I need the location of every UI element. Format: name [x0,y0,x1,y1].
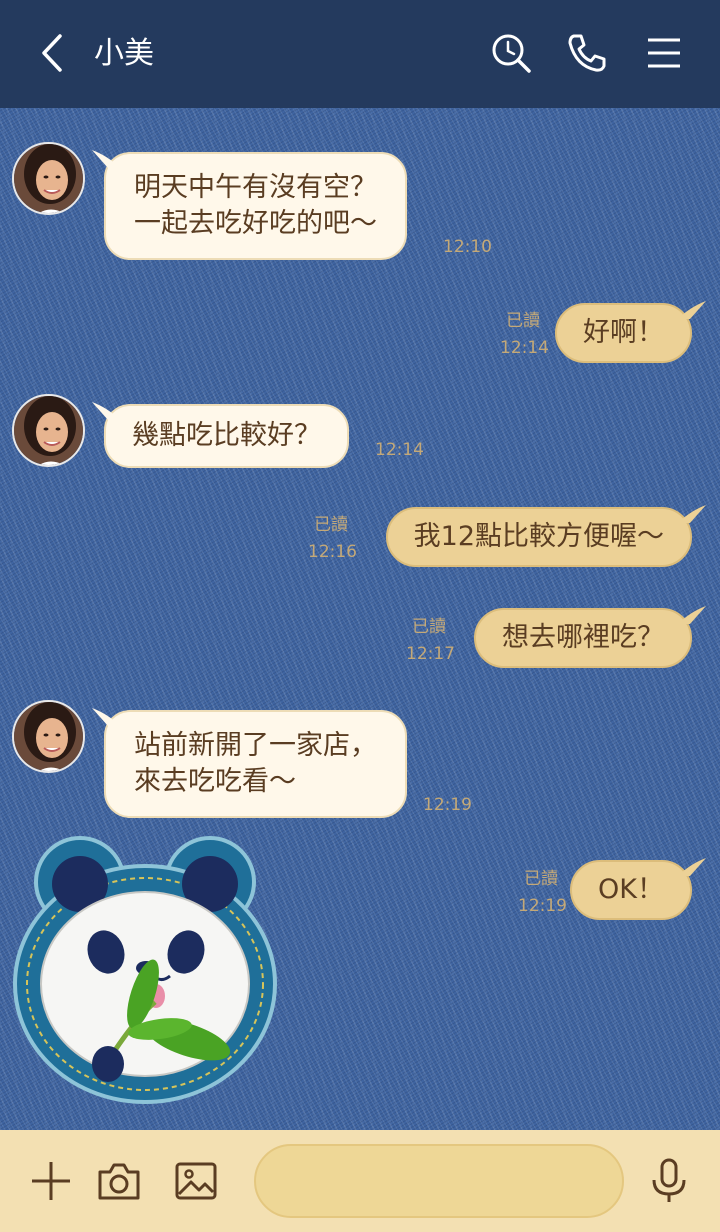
message-text: OK！ [598,874,664,905]
avatar[interactable] [12,700,85,773]
avatar[interactable] [12,394,85,467]
panda-sticker[interactable] [10,824,282,1114]
message-bubble-outgoing[interactable]: 我12點比較方便喔～ [385,505,706,567]
plus-icon[interactable] [28,1158,74,1204]
message-text: 一起去吃好吃的吧～ [134,208,377,239]
bubble-tail [678,301,706,319]
message-time: 12:17 [406,644,455,664]
image-icon[interactable] [173,1158,219,1204]
sticker-patch [13,836,277,1104]
bubble-tail [678,505,706,523]
message-bubble-incoming[interactable]: 明天中午有沒有空？ 一起去吃好吃的吧～ [92,150,407,260]
camera-icon[interactable] [96,1158,142,1204]
message-bubble-incoming[interactable]: 幾點吃比較好？ [92,402,349,468]
bubble-tail [92,150,120,168]
back-icon[interactable] [30,30,76,76]
search-icon[interactable] [488,30,534,76]
message-text: 我12點比較方便喔～ [413,521,664,552]
bubble-tail [678,606,706,624]
message-time: 12:19 [423,795,472,815]
message-text: 幾點吃比較好？ [132,420,321,451]
avatar-photo [14,144,83,213]
avatar-photo [14,396,83,465]
menu-icon[interactable] [642,30,688,76]
read-receipt: 已讀 [314,515,348,535]
bubble-tail [92,708,120,726]
read-receipt: 已讀 [506,311,540,331]
chat-header: 小美 [0,0,720,108]
avatar-photo [14,702,83,771]
message-time: 12:14 [375,440,424,460]
avatar[interactable] [12,142,85,215]
read-receipt: 已讀 [524,869,558,889]
message-time: 12:19 [518,896,567,916]
message-text: 想去哪裡吃？ [502,622,664,653]
message-bubble-outgoing[interactable]: 想去哪裡吃？ [474,606,706,668]
message-bubble-outgoing[interactable]: 好啊！ [555,301,706,363]
message-time: 12:10 [443,237,492,257]
message-time: 12:14 [500,338,549,358]
chat-area[interactable]: 明天中午有沒有空？ 一起去吃好吃的吧～ 12:10 好啊！ 已讀 12:14 幾… [0,108,720,1130]
read-receipt: 已讀 [412,617,446,637]
message-bubble-incoming[interactable]: 站前新開了一家店， 來去吃吃看～ [92,708,407,818]
message-text: 明天中午有沒有空？ [134,172,377,203]
message-time: 12:16 [308,542,357,562]
contact-name: 小美 [94,36,154,71]
message-text: 來去吃吃看～ [134,766,296,797]
bubble-tail [92,402,120,420]
mic-icon[interactable] [646,1158,692,1204]
message-input[interactable] [254,1144,624,1218]
bubble-tail [678,858,706,876]
message-bubble-outgoing[interactable]: OK！ [570,858,706,920]
message-text: 站前新開了一家店， [134,730,377,761]
message-text: 好啊！ [583,317,664,348]
phone-icon[interactable] [564,30,610,76]
